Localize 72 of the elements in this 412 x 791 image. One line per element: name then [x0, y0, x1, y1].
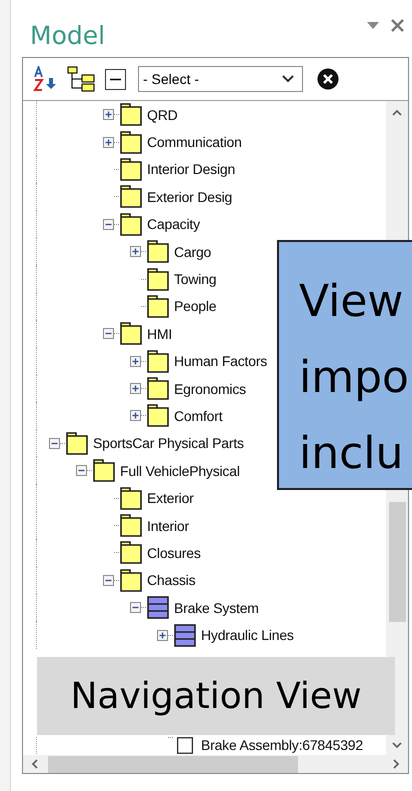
scrollbar-thumb[interactable] [48, 756, 298, 772]
folder-icon [147, 350, 169, 373]
expand-toggle-icon[interactable] [130, 246, 141, 258]
tree-item[interactable]: Closures [147, 544, 201, 561]
close-icon[interactable] [391, 19, 404, 32]
folder-icon [120, 103, 142, 126]
tree-item[interactable]: Interior [147, 518, 189, 534]
expand-toggle-icon[interactable] [130, 410, 141, 422]
tree-item[interactable]: QRD [147, 106, 178, 123]
tree-item[interactable]: Human Factors [174, 353, 268, 370]
folder-icon [147, 240, 169, 264]
scroll-down-icon[interactable] [392, 742, 402, 749]
collapse-toggle-icon[interactable] [103, 574, 114, 586]
folder-icon [120, 130, 142, 154]
folder-icon [93, 459, 115, 482]
collapse-toggle-icon[interactable] [103, 328, 114, 340]
tree-item[interactable]: Towing [174, 271, 216, 288]
expand-toggle-icon[interactable] [130, 383, 141, 394]
folder-icon [120, 212, 142, 236]
expand-toggle-icon[interactable] [130, 356, 141, 367]
tree-item[interactable]: Capacity [147, 216, 200, 232]
part-icon [174, 736, 196, 754]
tree-item[interactable]: Brake System [174, 600, 259, 616]
block-icon [174, 624, 196, 647]
collapse-toggle-icon[interactable] [130, 602, 141, 614]
tree-view-icon[interactable] [67, 66, 95, 92]
tree-item[interactable]: Interior Design [147, 161, 236, 178]
folder-icon [147, 377, 169, 400]
tree-item[interactable]: Comfort [174, 408, 222, 424]
scroll-right-icon[interactable] [393, 759, 400, 769]
select-dropdown[interactable]: - Select - [138, 66, 303, 92]
callout-text: View impo inclu [299, 275, 409, 481]
tree-item[interactable]: Chassis [147, 572, 196, 588]
collapse-toggle-icon[interactable] [76, 465, 87, 476]
folder-icon [120, 322, 142, 346]
tree-item[interactable]: Exterior [147, 490, 194, 506]
tree-item[interactable]: Brake Assembly:67845392 [201, 736, 363, 753]
folder-icon [120, 568, 142, 592]
folder-icon [120, 541, 142, 564]
tree-item[interactable]: Full VehiclePhysical [120, 462, 240, 479]
caret-icon [282, 75, 294, 83]
folder-icon [147, 294, 169, 318]
tree-item[interactable]: Communication [147, 134, 242, 150]
clear-icon[interactable] [317, 68, 339, 90]
sort-alphabetical-icon[interactable] [33, 66, 57, 92]
expand-toggle-icon[interactable] [103, 136, 114, 148]
panel-title: Model [30, 21, 106, 50]
folder-icon [120, 185, 142, 208]
expand-toggle-icon[interactable] [103, 109, 114, 120]
collapse-icon[interactable] [105, 68, 126, 90]
dropdown-arrow-icon[interactable] [367, 22, 379, 29]
tree-item[interactable]: Cargo [174, 244, 212, 260]
folder-icon [120, 486, 142, 510]
folder-icon [147, 404, 169, 428]
collapse-toggle-icon[interactable] [49, 438, 60, 449]
tree-item[interactable]: Exterior Desig [147, 188, 232, 205]
tree-item[interactable]: Hydraulic Lines [201, 627, 294, 644]
tree-item[interactable]: HMI [147, 326, 172, 342]
scrollbar-thumb[interactable] [388, 502, 406, 622]
tree-item[interactable]: People [174, 298, 216, 314]
block-icon [147, 596, 169, 620]
tree-item[interactable]: SportsCar Physical Parts [93, 435, 244, 452]
scroll-up-icon[interactable] [392, 109, 402, 116]
collapse-toggle-icon[interactable] [103, 218, 114, 230]
caption-text: Navigation View [37, 657, 395, 735]
scroll-left-icon[interactable] [31, 759, 38, 769]
folder-icon [120, 158, 142, 181]
folder-icon [120, 514, 142, 538]
folder-icon [66, 432, 88, 455]
tree-item[interactable]: Egronomics [174, 380, 246, 397]
folder-icon [147, 268, 169, 291]
expand-toggle-icon[interactable] [157, 630, 168, 641]
